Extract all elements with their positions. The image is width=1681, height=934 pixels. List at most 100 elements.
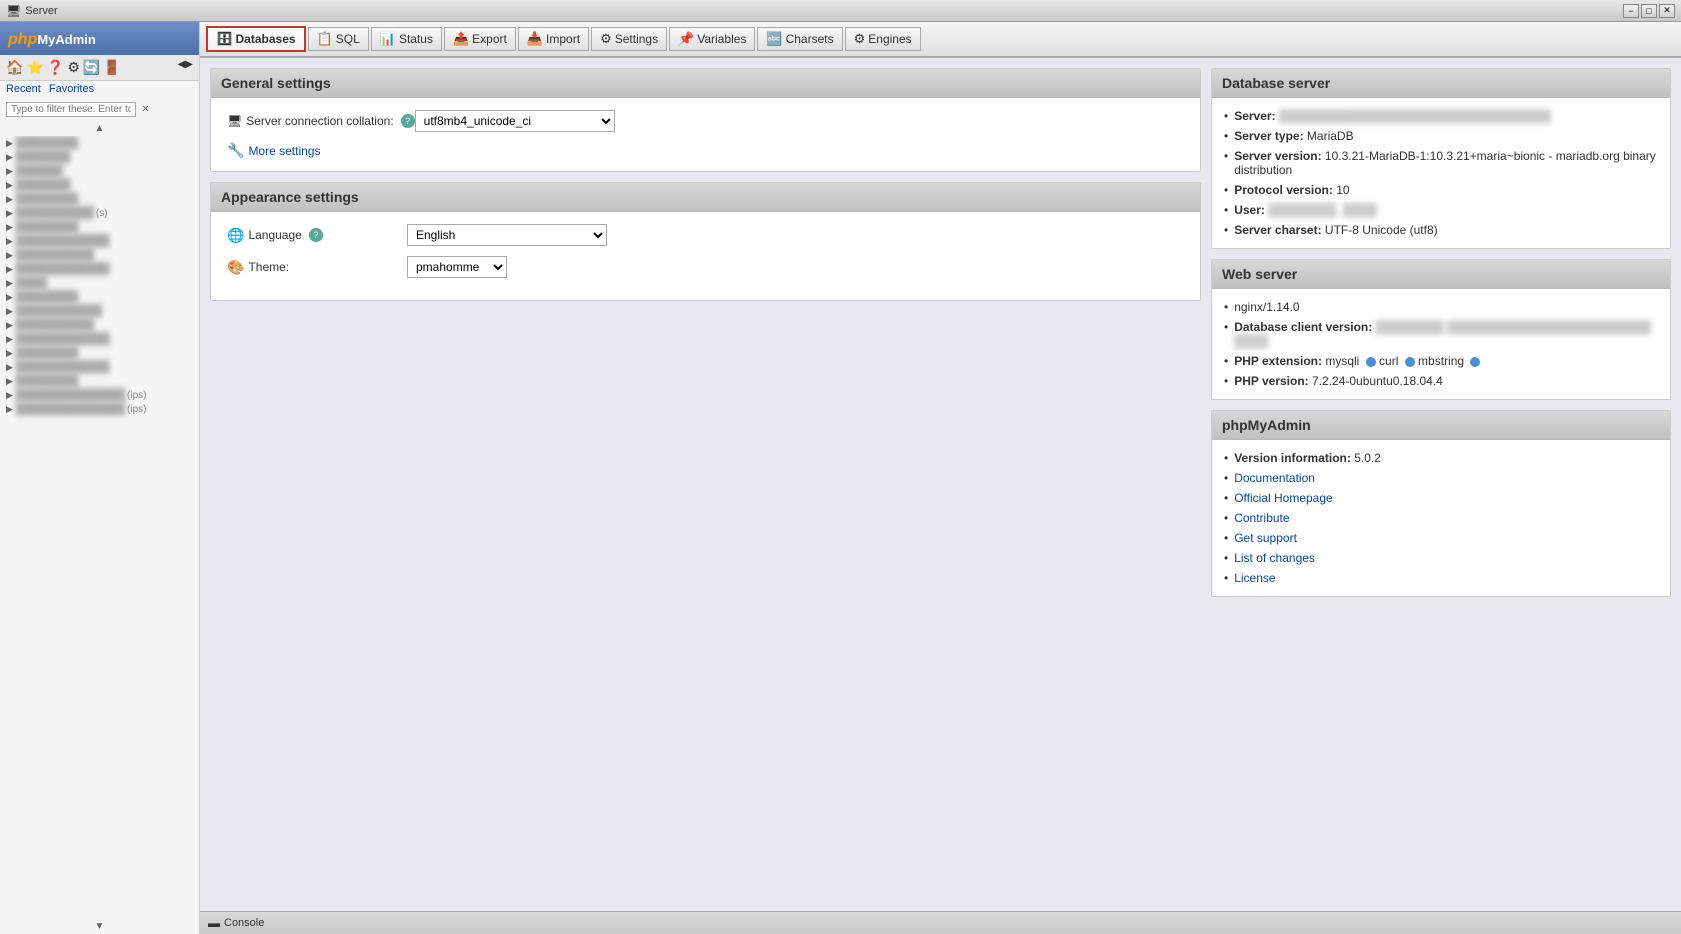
theme-select[interactable]: pmahomme: [407, 256, 507, 278]
pma-link-list-of-changes[interactable]: List of changes: [1234, 551, 1315, 565]
console-bar[interactable]: ▬ Console: [200, 911, 1681, 934]
sidebar-db-item[interactable]: ▶████████████: [0, 332, 199, 346]
pma-link-get-support[interactable]: Get support: [1234, 531, 1297, 545]
sql-toolbar-icon: 📋: [317, 31, 333, 47]
main-content: General settings 🖥 Server connection col…: [200, 58, 1681, 911]
sidebar-toggle[interactable]: ◀▶: [178, 59, 193, 76]
language-select[interactable]: English: [407, 224, 607, 246]
console-label: Console: [224, 917, 264, 929]
phpmyadmin-header: phpMyAdmin: [1212, 411, 1670, 440]
sidebar-db-item[interactable]: ▶████████: [0, 220, 199, 234]
pma-list-item: Get support: [1224, 528, 1658, 548]
server-icon: 🖥: [6, 4, 21, 18]
engines-toolbar-label: Engines: [868, 32, 911, 46]
general-settings-panel: General settings 🖥 Server connection col…: [210, 68, 1201, 172]
pma-link-contribute[interactable]: Contribute: [1234, 511, 1289, 525]
sidebar-header: phpMyAdmin: [0, 22, 199, 55]
sidebar-scroll-up[interactable]: ▲: [0, 121, 199, 136]
settings-icon[interactable]: ⚙: [67, 59, 80, 76]
sidebar-db-item[interactable]: ▶███████: [0, 178, 199, 192]
sidebar-db-item[interactable]: ▶████████████: [0, 234, 199, 248]
sidebar-db-item[interactable]: ▶██████████: [0, 318, 199, 332]
logout-icon[interactable]: 🚪: [103, 59, 120, 76]
collation-label: 🖥 Server connection collation: ?: [227, 114, 415, 128]
pma-list-item: Contribute: [1224, 508, 1658, 528]
db-server-item-text: Server charset: UTF-8 Unicode (utf8): [1234, 223, 1437, 237]
language-help-icon[interactable]: ?: [309, 228, 323, 242]
sidebar-db-item[interactable]: ▶██████: [0, 164, 199, 178]
pma-list-item: List of changes: [1224, 548, 1658, 568]
pma-link-documentation[interactable]: Documentation: [1234, 471, 1315, 485]
nginx-label: nginx/1.14.0: [1234, 300, 1299, 314]
language-row: 🌐 Language ? English: [227, 224, 1184, 246]
toolbar-tab-settings[interactable]: ⚙Settings: [591, 27, 667, 51]
sidebar-db-item[interactable]: ▶████████████: [0, 262, 199, 276]
favorites-link[interactable]: Favorites: [49, 83, 94, 95]
sidebar-scroll-down[interactable]: ▼: [0, 919, 199, 934]
db-name: ███████████: [16, 305, 102, 317]
sidebar-db-item[interactable]: ▶███████: [0, 150, 199, 164]
database-server-header: Database server: [1212, 69, 1670, 98]
theme-label: 🎨 Theme:: [227, 259, 407, 276]
more-settings-anchor[interactable]: More settings: [248, 144, 320, 158]
db-server-item: User: ████████_████: [1224, 200, 1658, 220]
toolbar-tab-export[interactable]: 📤Export: [444, 27, 516, 51]
user-value: ████████_████: [1268, 203, 1377, 217]
db-name: ██████: [16, 165, 63, 177]
sidebar-filter-clear[interactable]: ✕: [141, 104, 149, 115]
refresh-icon[interactable]: 🔄: [83, 59, 100, 76]
collation-help-icon[interactable]: ?: [401, 114, 415, 128]
recent-link[interactable]: Recent: [6, 83, 41, 95]
maximize-button[interactable]: □: [1641, 4, 1657, 18]
engines-toolbar-icon: ⚙: [854, 31, 866, 47]
sidebar-db-item[interactable]: ▶████████: [0, 290, 199, 304]
db-expand-arrow: ▶: [6, 152, 13, 163]
sidebar-db-item[interactable]: ▶███████████: [0, 304, 199, 318]
toolbar-tab-sql[interactable]: 📋SQL: [308, 27, 369, 51]
sidebar-db-item[interactable]: ▶██████████████(ips): [0, 402, 199, 416]
close-button[interactable]: ✕: [1659, 4, 1675, 18]
php-version-text: PHP version: 7.2.24-0ubuntu0.18.04.4: [1234, 374, 1443, 388]
sidebar-db-item[interactable]: ▶████████: [0, 136, 199, 150]
phpmyadmin-panel: phpMyAdmin Version information: 5.0.2 Doc…: [1211, 410, 1671, 597]
db-server-item-text: Server version: 10.3.21-MariaDB-1:10.3.2…: [1234, 149, 1658, 177]
import-toolbar-icon: 📥: [527, 31, 543, 47]
pma-list-item: Version information: 5.0.2: [1224, 448, 1658, 468]
db-server-item: Server: ████████████████████████████████: [1224, 106, 1658, 126]
bookmark-icon[interactable]: ⭐: [26, 59, 43, 76]
pma-list-item: Documentation: [1224, 468, 1658, 488]
variables-toolbar-label: Variables: [697, 32, 746, 46]
db-name: ███████: [16, 151, 71, 163]
db-name: ████████: [16, 137, 78, 149]
php-ext-text: PHP extension: mysqli curl mbstring: [1234, 354, 1480, 368]
toolbar-tab-status[interactable]: 📊Status: [371, 27, 442, 51]
sidebar-db-item[interactable]: ▶████: [0, 276, 199, 290]
home-icon[interactable]: 🏠: [6, 59, 23, 76]
pma-link-official-homepage[interactable]: Official Homepage: [1234, 491, 1333, 505]
toolbar-tab-import[interactable]: 📥Import: [518, 27, 589, 51]
sidebar-db-item[interactable]: ▶██████████████(ips): [0, 388, 199, 402]
help-icon[interactable]: ❓: [47, 59, 64, 76]
sidebar-db-item[interactable]: ▶████████████: [0, 360, 199, 374]
collation-icon: 🖥: [227, 114, 242, 128]
sidebar-db-item[interactable]: ▶██████████(s): [0, 206, 199, 220]
sidebar-db-item[interactable]: ▶████████: [0, 374, 199, 388]
toolbar-tab-engines[interactable]: ⚙Engines: [845, 27, 921, 51]
toolbar-tab-variables[interactable]: 📌Variables: [669, 27, 755, 51]
sidebar-filter-input[interactable]: [6, 102, 136, 117]
sidebar-db-item[interactable]: ▶████████: [0, 346, 199, 360]
sidebar-db-item[interactable]: ▶████████: [0, 192, 199, 206]
status-toolbar-label: Status: [399, 32, 433, 46]
more-settings-link[interactable]: 🔧 More settings: [227, 142, 1184, 159]
db-server-item: Server charset: UTF-8 Unicode (utf8): [1224, 220, 1658, 240]
db-expand-arrow: ▶: [6, 138, 13, 149]
sidebar-db-item[interactable]: ▶██████████: [0, 248, 199, 262]
language-label: 🌐 Language ?: [227, 227, 407, 244]
collation-select[interactable]: utf8mb4_unicode_ci: [415, 110, 615, 132]
db-tag: (ips): [127, 390, 146, 401]
pma-link-license[interactable]: License: [1234, 571, 1275, 585]
toolbar-tab-databases[interactable]: 🗄Databases: [206, 26, 306, 52]
toolbar-tab-charsets[interactable]: 🔤Charsets: [757, 27, 842, 51]
db-expand-arrow: ▶: [6, 180, 13, 191]
minimize-button[interactable]: −: [1623, 4, 1639, 18]
